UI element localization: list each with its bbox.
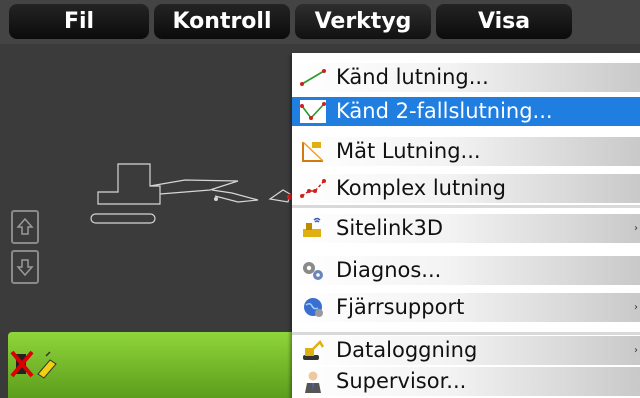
menu-item-label: Sitelink3D <box>336 216 443 240</box>
menu-item-measure-slope[interactable]: Mät Lutning... <box>292 137 640 166</box>
menu-item-label: Mät Lutning... <box>336 139 481 163</box>
sitelink-icon <box>303 217 321 237</box>
menu-control[interactable]: Kontroll <box>154 4 290 39</box>
menu-item-label: Diagnos... <box>336 258 442 282</box>
person-icon <box>305 371 321 393</box>
tools-dropdown-menu: Känd lutning... Känd 2-fallslutning... M… <box>292 53 640 398</box>
scroll-down-button[interactable] <box>11 250 39 284</box>
menu-tools[interactable]: Verktyg <box>295 4 431 39</box>
menu-item-label: Känd lutning... <box>336 65 489 89</box>
menu-file[interactable]: Fil <box>9 4 149 39</box>
globe-icon <box>304 298 323 317</box>
menu-item-known-two-slope[interactable]: Känd 2-fallslutning... <box>292 97 640 126</box>
menu-item-label: Känd 2-fallslutning... <box>336 99 553 123</box>
two-slope-icon <box>300 100 326 123</box>
arrow-up-icon <box>16 217 34 235</box>
menu-item-label: Komplex lutning <box>336 176 507 200</box>
line-slope-icon <box>300 69 326 86</box>
gps-disconnected-icon <box>10 350 57 379</box>
menu-item-complex-slope[interactable]: Komplex lutning <box>292 174 640 203</box>
menu-item-sitelink3d[interactable]: Sitelink3D › <box>292 214 640 243</box>
submenu-arrow-icon: › <box>634 302 638 313</box>
complex-slope-icon <box>300 179 326 198</box>
menu-item-supervisor[interactable]: Supervisor... <box>292 367 640 396</box>
menu-view[interactable]: Visa <box>436 4 572 39</box>
scroll-up-button[interactable] <box>11 210 39 244</box>
submenu-arrow-icon: › <box>634 223 638 234</box>
menu-item-remote-support[interactable]: Fjärrsupport › <box>292 293 640 322</box>
menu-item-label: Dataloggning <box>336 338 478 362</box>
menu-separator <box>292 205 640 208</box>
submenu-arrow-icon: › <box>634 345 638 356</box>
status-bar[interactable] <box>8 332 298 398</box>
menu-item-label: Supervisor... <box>336 369 467 393</box>
menu-bar: Fil Kontroll Verktyg Visa <box>0 0 640 44</box>
arrow-down-icon <box>16 259 34 277</box>
menu-item-label: Fjärrsupport <box>336 295 465 319</box>
menu-item-diagnos[interactable]: Diagnos... <box>292 256 640 285</box>
excavator-icon <box>303 339 325 360</box>
menu-separator <box>292 332 640 335</box>
measure-slope-icon <box>302 141 324 162</box>
menu-item-datalogging[interactable]: Dataloggning › <box>292 336 640 365</box>
menu-item-known-slope[interactable]: Känd lutning... <box>292 63 640 92</box>
gears-icon <box>303 262 323 280</box>
